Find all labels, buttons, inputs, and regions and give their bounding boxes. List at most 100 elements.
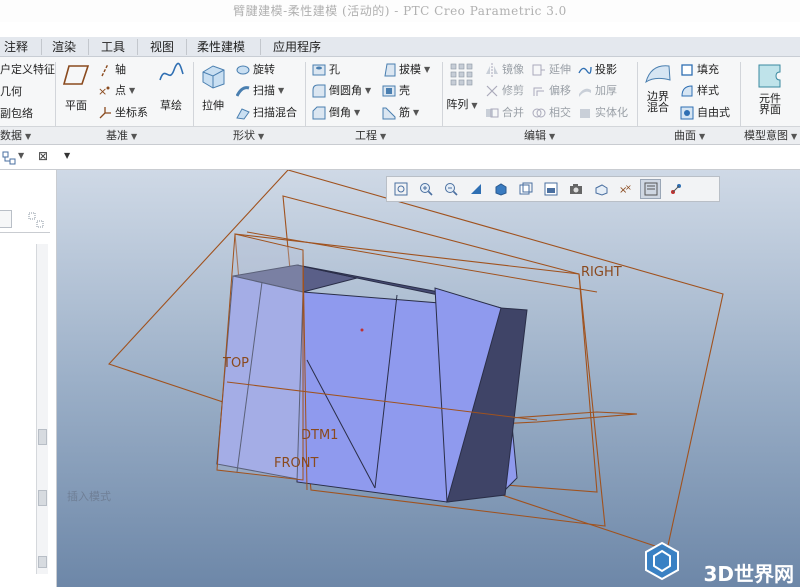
model-tree-dropdown-icon[interactable]: ▼ xyxy=(18,151,24,160)
perspective-button[interactable] xyxy=(565,179,586,199)
zoom-out-button[interactable] xyxy=(440,179,461,199)
sweep-icon xyxy=(236,86,250,97)
datum-label-dtm1[interactable]: DTM1 xyxy=(301,428,338,443)
intersect-icon xyxy=(532,108,546,118)
point-button[interactable]: × 点 ▼ xyxy=(98,82,135,100)
shrinkwrap-button[interactable]: 副包络 xyxy=(0,105,33,123)
coordinate-system-button[interactable]: 坐标系 xyxy=(98,104,148,122)
thicken-button[interactable]: 加厚 xyxy=(578,82,617,100)
repaint-button[interactable] xyxy=(465,179,486,199)
saved-views-icon xyxy=(519,182,532,195)
extend-button[interactable]: 延伸 xyxy=(532,61,571,79)
tab-annotate[interactable]: 注释 xyxy=(2,37,30,57)
revolve-button[interactable]: 旋转 xyxy=(236,61,275,79)
fill-button[interactable]: 填充 xyxy=(680,61,719,79)
zoom-in-icon xyxy=(419,183,433,196)
rib-icon xyxy=(382,107,396,120)
boundary-blend-button[interactable]: 边界 混合 xyxy=(640,62,676,113)
model-canvas[interactable] xyxy=(57,170,800,587)
spin-center-button[interactable] xyxy=(665,179,686,199)
tab-render[interactable]: 渲染 xyxy=(50,37,78,57)
tab-flexible-modeling[interactable]: 柔性建模 xyxy=(195,37,247,57)
project-button[interactable]: 投影 xyxy=(578,61,617,79)
group-model-intent[interactable]: 模型意图 ▼ xyxy=(744,127,797,145)
pattern-button[interactable]: 阵列 ▼ xyxy=(446,62,478,112)
sketch-icon xyxy=(159,62,184,81)
sweep-button[interactable]: 扫描 ▼ xyxy=(236,82,284,100)
merge-button[interactable]: 合并 xyxy=(485,104,524,122)
shell-button[interactable]: 壳 xyxy=(382,82,410,100)
refit-button[interactable] xyxy=(390,179,411,199)
graphics-viewport[interactable]: × × RIGHT TOP DTM1 FRONT 插入模式 3D世界网 xyxy=(57,170,800,587)
offset-button[interactable]: 偏移 xyxy=(532,82,571,100)
spin-center-icon xyxy=(670,184,681,194)
group-engineering[interactable]: 工程 ▼ xyxy=(355,127,386,145)
view-manager-button[interactable] xyxy=(540,179,561,199)
solidify-icon xyxy=(580,109,590,118)
display-style-button[interactable] xyxy=(490,179,511,199)
freestyle-button[interactable]: 自由式 xyxy=(680,104,730,122)
mirror-button[interactable]: 镜像 xyxy=(485,61,524,79)
chamfer-button[interactable]: 倒角 ▼ xyxy=(312,104,360,122)
csys-icon xyxy=(99,107,111,119)
axis-icon xyxy=(101,63,109,77)
thicken-icon xyxy=(579,88,591,97)
chamfer-icon xyxy=(312,106,326,120)
draft-button[interactable]: 拔模 ▼ xyxy=(382,61,430,79)
tab-view[interactable]: 视图 xyxy=(148,37,176,57)
fill-icon xyxy=(681,64,693,76)
title-bar: 臂腱建模-柔性建模 (活动的) - PTC Creo Parametric 3.… xyxy=(0,0,800,22)
annotation-display-icon xyxy=(644,182,657,196)
plane-button[interactable]: 平面 xyxy=(59,62,93,113)
model-tree-icon[interactable] xyxy=(2,151,16,165)
group-surfaces[interactable]: 曲面 ▼ xyxy=(674,127,705,145)
filter-box[interactable] xyxy=(0,210,12,228)
view-dropdown-icon[interactable]: ▼ xyxy=(64,151,70,160)
section-button[interactable] xyxy=(590,179,611,199)
svg-text:×: × xyxy=(98,85,107,98)
user-defined-feature-button[interactable]: 户定义特征 xyxy=(0,61,55,79)
saved-views-button[interactable] xyxy=(515,179,536,199)
round-button[interactable]: 倒圆角 ▼ xyxy=(312,82,371,100)
close-panel-icon[interactable]: ⊠ xyxy=(38,149,48,163)
group-datum[interactable]: 基准 ▼ xyxy=(106,127,137,145)
settings-icon[interactable] xyxy=(28,212,44,228)
group-editing[interactable]: 编辑 ▼ xyxy=(524,127,555,145)
copy-geometry-button[interactable]: 几何 xyxy=(0,83,22,101)
panel-scrollbar[interactable] xyxy=(36,244,48,574)
watermark-text: 3D世界网 xyxy=(703,562,794,586)
project-icon xyxy=(578,66,592,74)
secondary-toolbar: ▼ ⊠ ▼ xyxy=(0,146,800,170)
datum-label-top[interactable]: TOP xyxy=(223,356,249,371)
group-shapes[interactable]: 形状 ▼ xyxy=(233,127,264,145)
mirror-icon xyxy=(486,63,498,77)
tab-tools[interactable]: 工具 xyxy=(99,37,127,57)
axis-button[interactable]: 轴 xyxy=(98,61,126,79)
draft-icon xyxy=(384,63,396,77)
sketch-button[interactable]: 草绘 xyxy=(155,62,187,113)
pattern-icon xyxy=(450,63,473,86)
rib-button[interactable]: 筋 ▼ xyxy=(382,104,419,122)
ribbon: 户定义特征 几何 副包络 平面 轴 × 点 ▼ 坐标系 草绘 拉伸 旋转 扫描 … xyxy=(0,57,800,127)
zoom-in-button[interactable] xyxy=(415,179,436,199)
swept-blend-button[interactable]: 扫描混合 xyxy=(236,104,297,122)
component-interface-button[interactable]: 元件 界面 xyxy=(752,62,788,115)
ribbon-tabs: 注释 渲染 工具 视图 柔性建模 应用程序 xyxy=(0,37,800,57)
solidify-button[interactable]: 实体化 xyxy=(578,104,628,122)
repaint-icon xyxy=(470,184,481,194)
window-title: 臂腱建模-柔性建模 (活动的) - PTC Creo Parametric 3.… xyxy=(233,4,567,18)
datum-display-button[interactable]: × × xyxy=(615,179,636,199)
hole-button[interactable]: 孔 xyxy=(312,61,340,79)
group-data[interactable]: 数据 ▼ xyxy=(0,127,31,145)
annotation-display-button[interactable] xyxy=(640,179,661,199)
datum-label-right[interactable]: RIGHT xyxy=(581,265,622,280)
round-icon xyxy=(312,84,326,98)
hole-icon xyxy=(312,64,326,76)
trim-button[interactable]: 修剪 xyxy=(485,82,524,100)
datum-label-front[interactable]: FRONT xyxy=(274,456,318,471)
swept-blend-icon xyxy=(236,108,250,120)
extrude-button[interactable]: 拉伸 xyxy=(196,62,230,113)
intersect-button[interactable]: 相交 xyxy=(532,104,571,122)
tab-applications[interactable]: 应用程序 xyxy=(271,37,323,57)
style-button[interactable]: 样式 xyxy=(680,82,719,100)
